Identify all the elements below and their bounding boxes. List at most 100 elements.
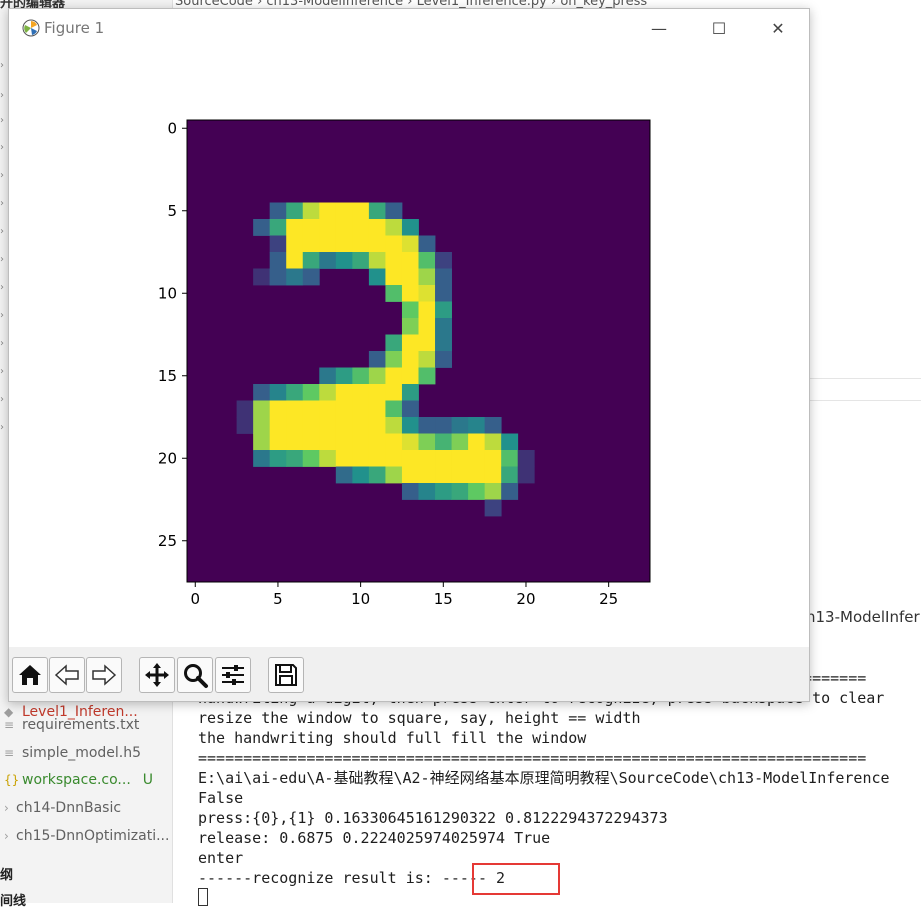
heatmap-cell [385, 285, 403, 302]
heatmap-cell [286, 268, 304, 286]
heatmap-cell [368, 202, 386, 220]
heatmap-cell [418, 334, 436, 352]
heatmap-cell [352, 450, 370, 467]
heatmap-cell [418, 450, 436, 467]
heatmap-cell [352, 202, 370, 220]
outline-section[interactable]: 纲 [0, 864, 13, 883]
configure-subplots-button[interactable] [215, 657, 251, 693]
chevron-right-icon[interactable]: › [0, 282, 7, 293]
image-axes[interactable]: 0 5 10 15 20 25 0 5 10 15 20 25 [9, 49, 809, 647]
figure-window[interactable]: Figure 1 — ☐ ✕ 0 5 10 15 20 25 0 5 10 15 20 25 [8, 8, 810, 702]
heatmap-cell [517, 466, 535, 484]
home-button[interactable] [12, 657, 48, 693]
heatmap-cell [435, 318, 452, 335]
heatmap-cell [253, 268, 271, 286]
heatmap-cell [385, 384, 403, 401]
heatmap-cell [286, 252, 304, 269]
heatmap-cell [319, 367, 337, 385]
chevron-right-icon[interactable]: › [0, 226, 7, 237]
heatmap-cell [435, 334, 452, 352]
heatmap-cell [286, 202, 304, 220]
terminal-prompt[interactable] [198, 888, 208, 908]
heatmap-cell [302, 219, 320, 236]
heatmap-cell [418, 252, 436, 269]
timeline-section[interactable]: 间线 [0, 890, 26, 909]
heatmap-cell [286, 400, 304, 418]
zoom-button[interactable] [177, 657, 213, 693]
heatmap-cell [385, 268, 403, 286]
heatmap-cell [352, 433, 370, 451]
heatmap-cell [269, 400, 287, 418]
x-tick-label: 15 [434, 590, 453, 608]
heatmap-cell [335, 450, 353, 467]
chevron-right-icon[interactable]: › [0, 422, 7, 433]
y-tick-label: 5 [167, 202, 177, 220]
heatmap-cell [401, 252, 419, 269]
save-button[interactable] [268, 657, 304, 693]
file-item-requirements[interactable]: ≡ requirements.txt [4, 713, 139, 737]
pan-button[interactable] [139, 657, 175, 693]
heatmap-cell [418, 285, 436, 302]
heatmap-cell [253, 417, 271, 434]
heatmap-cell [401, 367, 419, 385]
heatmap-cell [368, 417, 386, 434]
heatmap-cell [451, 466, 469, 484]
figure-title: Figure 1 [44, 19, 105, 37]
chevron-right-icon: › [4, 801, 9, 815]
chevron-right-icon[interactable]: › [0, 366, 7, 377]
heatmap-cell [401, 351, 419, 368]
heatmap-cell [335, 417, 353, 434]
heatmap-cell [418, 367, 436, 385]
chevron-right-icon[interactable]: › [0, 394, 7, 405]
folder-item-ch14[interactable]: › ch14-DnnBasic [4, 796, 121, 820]
chevron-right-icon[interactable]: › [0, 90, 7, 101]
heatmap-cell [435, 351, 452, 368]
heatmap-cell [418, 433, 436, 451]
heatmap-cell [269, 235, 287, 253]
x-tick-label: 0 [190, 590, 200, 608]
heatmap-cell [385, 219, 403, 236]
editor-divider [808, 400, 921, 401]
terminal-line: ========================================… [198, 749, 867, 767]
heatmap-cell [368, 219, 386, 236]
chevron-right-icon[interactable]: › [0, 170, 7, 181]
file-item-workspace[interactable]: {} workspace.co... U [4, 768, 153, 792]
chevron-right-icon[interactable]: › [0, 115, 7, 126]
heatmap-cell [286, 384, 304, 401]
folder-item-ch15[interactable]: › ch15-DnnOptimizati... [4, 824, 169, 848]
close-button[interactable]: ✕ [755, 9, 801, 49]
file-item-simple-model[interactable]: ≡ simple_model.h5 [4, 741, 141, 765]
back-button[interactable] [49, 657, 85, 693]
heatmap-cell [468, 466, 486, 484]
heatmap-cell [319, 235, 337, 253]
heatmap-cell [451, 483, 469, 500]
heatmap-cell [253, 433, 271, 451]
heatmap-cell [302, 202, 320, 220]
heatmap-cell [385, 202, 403, 220]
heatmap-cell [484, 499, 502, 517]
heatmap-cell [401, 268, 419, 286]
heatmap-cell [253, 400, 271, 418]
chevron-right-icon[interactable]: › [0, 198, 7, 209]
heatmap-cell [352, 235, 370, 253]
heatmap-cell [468, 417, 486, 434]
chevron-right-icon[interactable]: › [0, 338, 7, 349]
chevron-right-icon[interactable]: › [0, 142, 7, 153]
figure-titlebar[interactable]: Figure 1 — ☐ ✕ [9, 9, 809, 49]
heatmap-cell [352, 219, 370, 236]
chevron-right-icon[interactable]: › [0, 254, 7, 265]
heatmap-cell [269, 384, 287, 401]
maximize-button[interactable]: ☐ [696, 9, 742, 49]
heatmap-cell [269, 417, 287, 434]
chevron-right-icon[interactable]: › [0, 60, 7, 71]
minimize-button[interactable]: — [636, 9, 682, 49]
terminal-line: release: 0.6875 0.2224025974025974 True [198, 829, 551, 847]
heatmap-cell [335, 466, 353, 484]
x-tick-label: 25 [599, 590, 618, 608]
chevron-right-icon[interactable]: › [0, 310, 7, 321]
heatmap-cell [385, 450, 403, 467]
heatmap-cell [401, 219, 419, 236]
heatmap-cell [385, 351, 403, 368]
heatmap-cell [302, 268, 320, 286]
forward-button[interactable] [86, 657, 122, 693]
